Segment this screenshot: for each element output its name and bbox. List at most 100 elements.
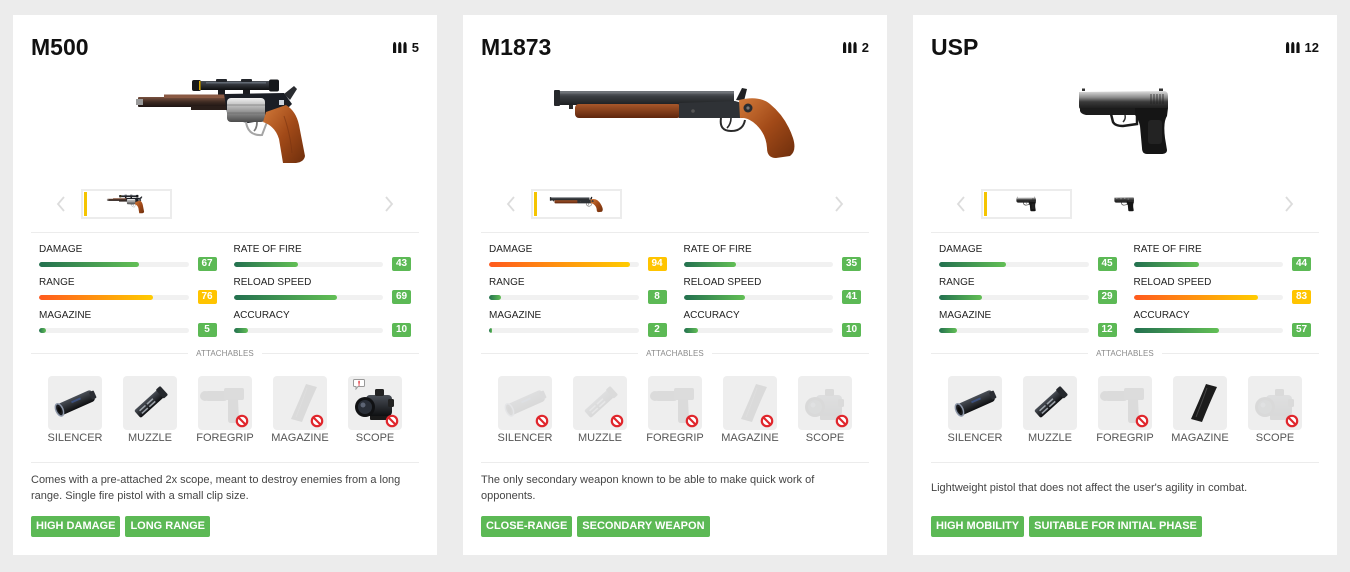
attachment-item[interactable]: MUZZLE (113, 376, 188, 445)
prohibited-icon (685, 414, 699, 428)
chevron-left-icon[interactable] (956, 196, 965, 212)
stat-value-badge: 5 (197, 323, 217, 337)
prohibited-icon (310, 414, 324, 428)
attachment-item[interactable]: SILENCER (938, 376, 1013, 445)
divider (931, 352, 1089, 354)
stat-row: 94 (489, 257, 667, 271)
attachment-slot[interactable] (1173, 376, 1227, 430)
attachment-slot[interactable] (198, 376, 252, 430)
thumbnail[interactable] (1079, 189, 1170, 219)
stat-row: 12 (939, 323, 1117, 337)
stat-item: DAMAGE 94 (489, 244, 667, 277)
stat-item: ACCURACY 57 (1133, 310, 1311, 343)
attachment-slot[interactable] (348, 376, 402, 430)
attachment-label: SCOPE (1255, 432, 1295, 444)
attachment-slot[interactable] (273, 376, 327, 430)
attachment-slot[interactable] (948, 376, 1002, 430)
stat-label: RELOAD SPEED (1133, 277, 1212, 288)
thumbnail[interactable] (81, 189, 172, 219)
stat-row: 44 (1133, 257, 1311, 271)
chevron-left-icon[interactable] (56, 196, 65, 212)
attachment-item[interactable]: MAGAZINE (263, 376, 338, 445)
stat-bar-track (1133, 327, 1283, 333)
tag-list: CLOSE-RANGE SECONDARY WEAPON (481, 516, 710, 537)
attachment-slot[interactable] (1023, 376, 1077, 430)
thumbnail[interactable] (981, 189, 1072, 219)
attachment-slot[interactable] (1098, 376, 1152, 430)
stat-item: RANGE 8 (489, 277, 667, 310)
attachment-slot[interactable] (723, 376, 777, 430)
stat-value-badge: 35 (842, 257, 861, 271)
attachment-list: SILENCER MUZZLE FOREGRIP MAGAZINE SCOPE (938, 376, 1313, 445)
ammo-icon (843, 42, 857, 53)
prohibited-icon (760, 414, 774, 428)
tag-badge: SECONDARY WEAPON (577, 516, 710, 537)
attachment-slot[interactable] (123, 376, 177, 430)
chevron-right-icon[interactable] (1285, 196, 1294, 212)
weapon-card: M500 5 DAMAGE 67 RATE OF FIRE 43 RANGE 7… (13, 15, 437, 555)
stat-row: 2 (489, 323, 667, 337)
divider (31, 352, 189, 354)
attachment-item[interactable]: SCOPE (338, 376, 413, 445)
weapon-description: Comes with a pre-attached 2x scope, mean… (31, 471, 419, 505)
stat-bar-track (233, 294, 383, 300)
thumbnail-list (981, 189, 1170, 219)
stat-label: MAGAZINE (489, 310, 542, 321)
thumbnail[interactable] (531, 189, 622, 219)
stat-item: DAMAGE 45 (939, 244, 1117, 277)
attachment-item[interactable]: SCOPE (788, 376, 863, 445)
attachment-item[interactable]: FOREGRIP (1088, 376, 1163, 445)
attachment-list: SILENCER MUZZLE FOREGRIP MAGAZINE SCOPE (488, 376, 863, 445)
attachment-slot[interactable] (573, 376, 627, 430)
attachment-item[interactable]: SCOPE (1238, 376, 1313, 445)
attachment-item[interactable]: MUZZLE (1013, 376, 1088, 445)
attachment-item[interactable]: MAGAZINE (713, 376, 788, 445)
stat-bar-track (683, 261, 833, 267)
ammo-value: 5 (411, 39, 419, 55)
stat-label: MAGAZINE (39, 310, 92, 321)
stat-item: RELOAD SPEED 83 (1133, 277, 1311, 310)
weapon-name: M1873 (481, 34, 552, 60)
attachment-slot[interactable] (1248, 376, 1302, 430)
attachment-label: FOREGRIP (646, 432, 704, 444)
weapon-image (1000, 76, 1250, 166)
stat-item: RATE OF FIRE 43 (233, 244, 411, 277)
attachment-slot[interactable] (798, 376, 852, 430)
stat-row: 10 (683, 323, 861, 337)
stat-value-badge: 76 (197, 290, 217, 304)
stat-bar-fill (489, 294, 501, 300)
stat-label: RELOAD SPEED (683, 277, 762, 288)
attachment-slot[interactable] (48, 376, 102, 430)
chevron-right-icon[interactable] (835, 196, 844, 212)
stat-bar-fill (683, 327, 699, 333)
stat-label: RANGE (489, 277, 525, 288)
stat-bar-track (233, 327, 383, 333)
chevron-left-icon[interactable] (506, 196, 515, 212)
attachment-slot[interactable] (648, 376, 702, 430)
thumbnail-image (99, 194, 154, 214)
attachment-label: MUZZLE (1028, 432, 1072, 444)
stat-bar-fill (39, 261, 140, 267)
attachables-heading: ATTACHABLES (481, 347, 869, 359)
stat-label: RATE OF FIRE (683, 244, 752, 255)
attachment-slot[interactable] (498, 376, 552, 430)
card-header: M1873 2 (481, 35, 869, 59)
chevron-right-icon[interactable] (385, 196, 394, 212)
attachment-label: SILENCER (497, 432, 553, 444)
divider (31, 462, 419, 463)
prohibited-icon (610, 414, 624, 428)
stat-row: 57 (1133, 323, 1311, 337)
attachment-item[interactable]: MUZZLE (563, 376, 638, 445)
stat-value-badge: 41 (842, 290, 861, 304)
tag-badge: HIGH MOBILITY (931, 516, 1025, 537)
attachment-item[interactable]: SILENCER (488, 376, 563, 445)
attachment-item[interactable]: MAGAZINE (1163, 376, 1238, 445)
stat-label: ACCURACY (233, 310, 290, 321)
attachment-item[interactable]: FOREGRIP (638, 376, 713, 445)
stat-row: 43 (233, 257, 411, 271)
attachment-item[interactable]: FOREGRIP (188, 376, 263, 445)
attachment-item[interactable]: SILENCER (38, 376, 113, 445)
ammo-icon (1286, 42, 1300, 53)
attachment-label: MAGAZINE (721, 432, 779, 444)
stat-bar-fill (1133, 327, 1219, 333)
